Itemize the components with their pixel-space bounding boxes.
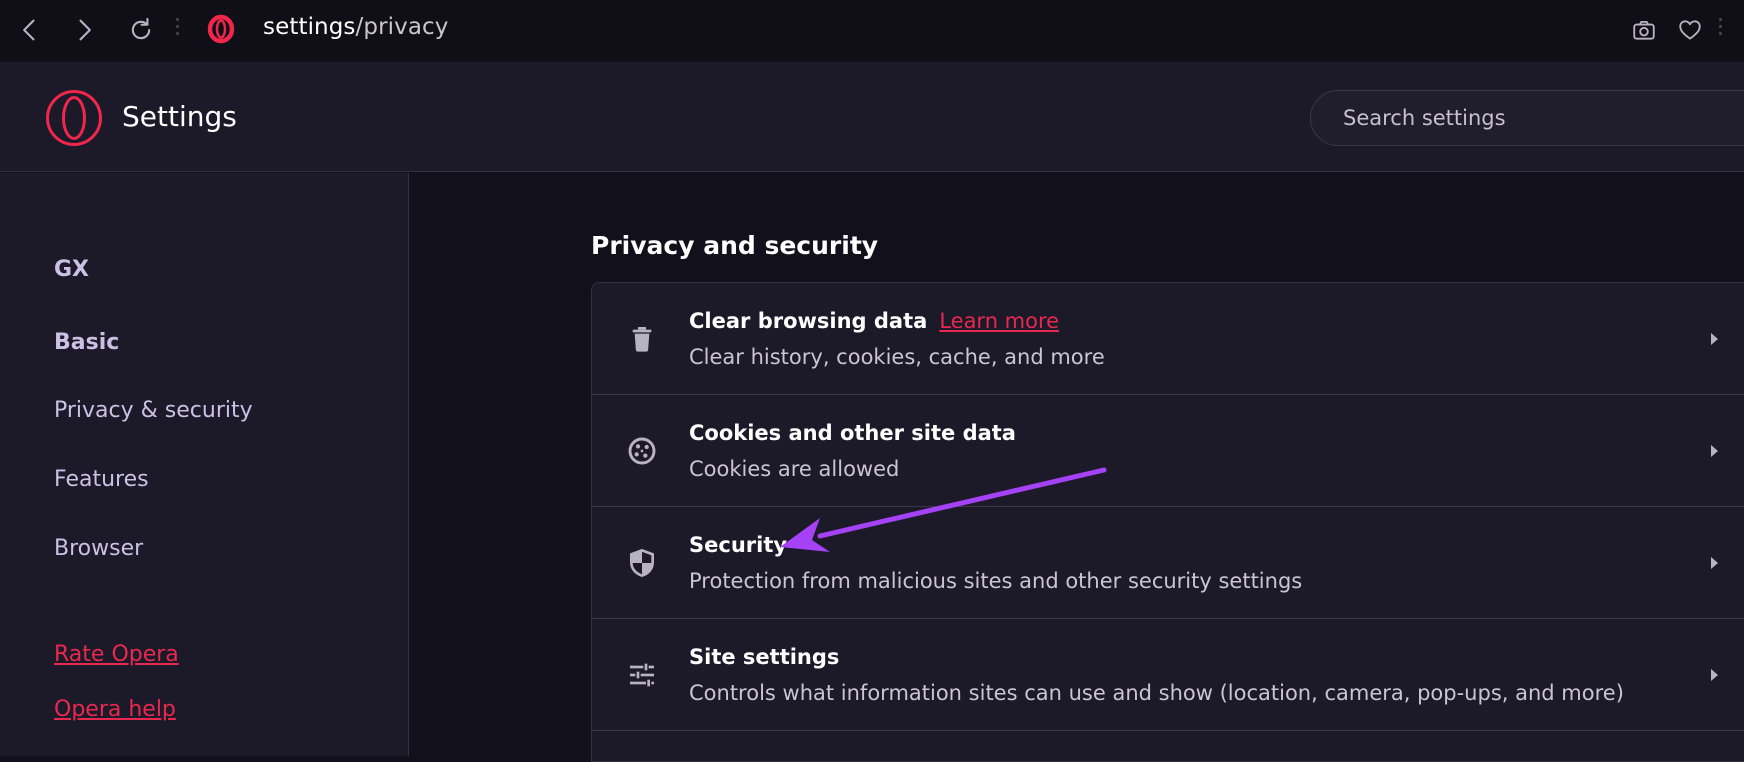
privacy-settings-card: Clear browsing data Learn more Clear hist… <box>591 282 1744 762</box>
row-subtitle: Cookies are allowed <box>689 457 900 481</box>
sidebar-item-privacy-security[interactable]: Privacy & security <box>54 398 253 423</box>
sidebar-item-features[interactable]: Features <box>54 467 149 492</box>
row-subtitle: Protection from malicious sites and othe… <box>689 569 1303 593</box>
section-title: Privacy and security <box>591 231 879 260</box>
main-content: Privacy and security Clear browsing data… <box>410 173 1744 762</box>
row-title: Cookies and other site data <box>689 421 1016 445</box>
opera-help-link[interactable]: Opera help <box>54 697 176 722</box>
reload-icon <box>131 17 151 40</box>
row-subtitle: Clear history, cookies, cache, and more <box>689 345 1105 369</box>
security-row[interactable]: Security Protection from malicious sites… <box>592 507 1744 619</box>
cookies-row[interactable]: Cookies and other site data Cookies are … <box>592 395 1744 507</box>
camera-icon <box>1633 20 1655 40</box>
url-host: settings <box>263 14 356 40</box>
page-title: Settings <box>122 100 237 133</box>
url-field[interactable]: settings/privacy <box>263 14 449 40</box>
snapshot-button[interactable] <box>1628 14 1660 46</box>
chevron-right-icon <box>79 19 91 41</box>
chevron-left-icon <box>23 19 35 41</box>
row-subtitle: Controls what information sites can use … <box>689 681 1624 705</box>
search-box[interactable] <box>1310 90 1744 146</box>
address-bar: settings/privacy <box>0 0 1744 62</box>
heart-icon <box>1679 20 1701 40</box>
url-path: /privacy <box>355 14 449 40</box>
trash-icon <box>624 321 660 357</box>
rate-opera-link[interactable]: Rate Opera <box>54 642 179 667</box>
back-button[interactable] <box>10 10 50 50</box>
separator-dots <box>176 18 180 42</box>
caret-right-icon <box>1711 669 1718 681</box>
caret-right-icon <box>1711 445 1718 457</box>
sidebar-item-browser[interactable]: Browser <box>54 536 143 561</box>
menu-dots[interactable] <box>1719 18 1723 42</box>
row-title: Clear browsing data <box>689 309 928 333</box>
opera-logo-icon <box>207 14 235 44</box>
sidebar-item-gx[interactable]: GX <box>54 257 89 282</box>
opera-gx-logo-icon <box>46 90 102 146</box>
learn-more-link[interactable]: Learn more <box>939 309 1059 333</box>
settings-header: Settings <box>0 62 1744 172</box>
site-settings-row[interactable]: Site settings Controls what information … <box>592 619 1744 731</box>
reload-button[interactable] <box>121 10 161 50</box>
sidebar-item-basic[interactable]: Basic <box>54 330 119 355</box>
sliders-icon <box>624 657 660 693</box>
sidebar: GX Basic Privacy & security Features Bro… <box>0 173 409 756</box>
bookmark-button[interactable] <box>1674 14 1706 46</box>
cookie-icon <box>624 433 660 469</box>
shield-icon <box>624 545 660 581</box>
search-input[interactable] <box>1343 106 1744 130</box>
row-title: Site settings <box>689 645 840 669</box>
caret-right-icon <box>1711 333 1718 345</box>
caret-right-icon <box>1711 557 1718 569</box>
forward-button[interactable] <box>64 10 104 50</box>
row-title: Security <box>689 533 788 557</box>
clear-browsing-data-row[interactable]: Clear browsing data Learn more Clear hist… <box>592 283 1744 395</box>
